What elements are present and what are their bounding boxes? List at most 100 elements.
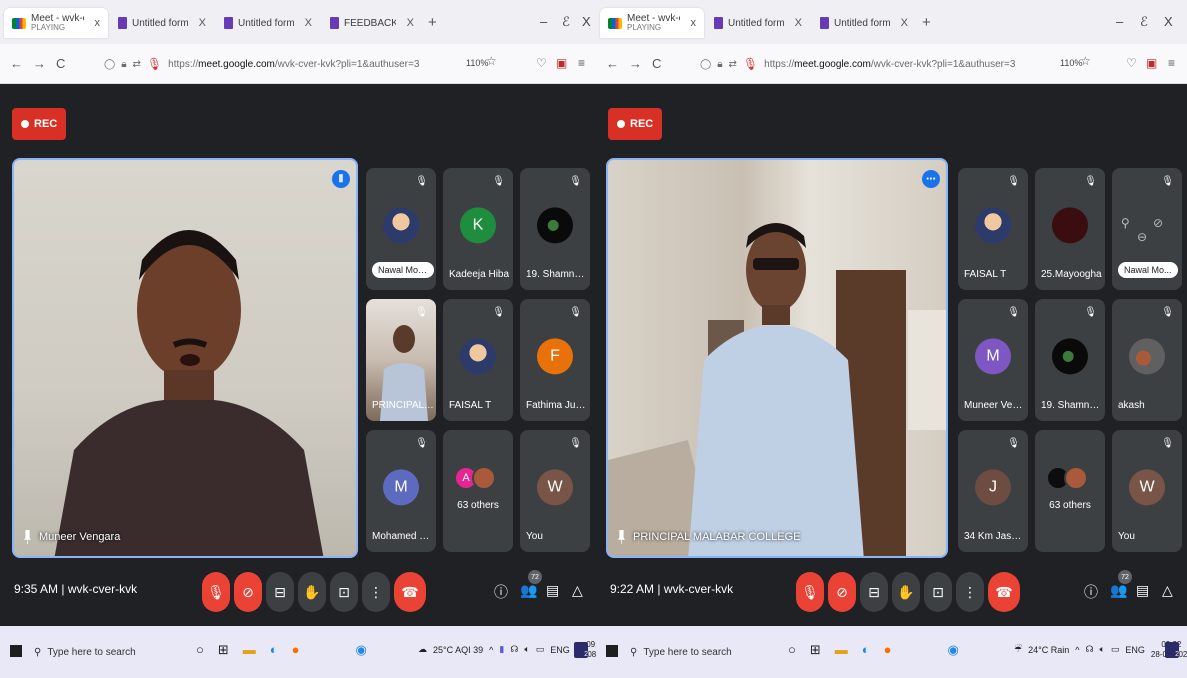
cortana-icon[interactable]: ○: [196, 642, 204, 658]
people-icon[interactable]: 👥: [520, 582, 537, 599]
camera-toggle-button[interactable]: ⊘: [828, 572, 856, 612]
activities-icon[interactable]: △: [1162, 582, 1173, 599]
tab-close-icon[interactable]: x: [89, 17, 101, 29]
people-icon[interactable]: 👥: [1110, 582, 1127, 599]
forward-icon[interactable]: →: [629, 56, 642, 71]
tab-form-2[interactable]: Untitled form - Google Forms X: [812, 8, 916, 38]
meeting-info-icon[interactable]: ⓘ: [1084, 582, 1098, 602]
main-video-tile[interactable]: ⦀ Muneer Vengara: [12, 158, 358, 558]
more-options-button[interactable]: ⋮: [956, 572, 984, 612]
zoom-level[interactable]: 110%: [1060, 58, 1082, 68]
task-view-icon[interactable]: ⊞: [218, 642, 229, 658]
end-call-button[interactable]: ☎: [988, 572, 1020, 612]
notification-icon[interactable]: 2: [1165, 642, 1179, 658]
edge-icon[interactable]: ◐: [270, 642, 278, 658]
tab-meet[interactable]: Meet - wvk-cver-kvkPLAYING x: [4, 8, 108, 38]
new-tab-button[interactable]: +: [922, 14, 931, 31]
edge-icon[interactable]: ◐: [862, 642, 870, 658]
tab-close-icon[interactable]: X: [895, 17, 908, 29]
tray-app-icon[interactable]: ▮: [499, 644, 504, 655]
ublock-icon[interactable]: ▣: [556, 56, 573, 70]
participant-tile[interactable]: 🎙︎ 25.Mayoogha: [1035, 168, 1105, 290]
main-video-tile[interactable]: ⋯ PRINCIPAL MALABAR COLLEGE: [606, 158, 948, 558]
self-tile[interactable]: 🎙︎ W You: [1112, 430, 1182, 552]
tab-close-icon[interactable]: X: [401, 17, 414, 29]
present-button[interactable]: ⊡: [924, 572, 952, 612]
more-options-button[interactable]: ⋮: [362, 572, 390, 612]
ublock-icon[interactable]: ▣: [1146, 56, 1163, 70]
bookmark-star-icon[interactable]: ☆: [486, 54, 503, 68]
participant-tile[interactable]: 🎙︎ M Muneer Vengara: [958, 299, 1028, 421]
taskbar-search[interactable]: ⚲ Type here to search: [30, 638, 180, 666]
reload-icon[interactable]: C: [652, 56, 661, 71]
participant-tile[interactable]: 🎙︎ 19. Shamna she...: [1035, 299, 1105, 421]
back-icon[interactable]: ←: [10, 56, 23, 71]
taskbar-search[interactable]: ⚲ Type here to search: [626, 638, 776, 666]
zoom-level[interactable]: 110%: [466, 58, 488, 68]
volume-icon[interactable]: 🔈︎: [524, 644, 529, 655]
minimize-button[interactable]: –: [1116, 14, 1123, 29]
chat-icon[interactable]: ▤: [546, 582, 559, 599]
chrome-icon[interactable]: ◉: [355, 642, 366, 658]
weather-text[interactable]: 24°C Rain: [1028, 645, 1069, 655]
captions-button[interactable]: ⊟: [860, 572, 888, 612]
bookmark-star-icon[interactable]: ☆: [1080, 54, 1097, 68]
menu-icon[interactable]: ≡: [1168, 56, 1181, 70]
meeting-info-icon[interactable]: ⓘ: [494, 582, 508, 602]
firefox-icon[interactable]: ●: [292, 642, 300, 658]
tab-close-icon[interactable]: X: [789, 17, 802, 29]
captions-button[interactable]: ⊟: [266, 572, 294, 612]
tab-form-1[interactable]: Untitled form - Google Forms X: [110, 8, 214, 38]
tab-close-icon[interactable]: x: [685, 17, 697, 29]
participant-tile[interactable]: 🎙︎ J 34 Km Jaseeb: [958, 430, 1028, 552]
participant-tile[interactable]: 🎙︎ M Mohamed Faris: [366, 430, 436, 552]
end-call-button[interactable]: ☎: [394, 572, 426, 612]
camera-toggle-button[interactable]: ⊘: [234, 572, 262, 612]
participant-tile[interactable]: 🎙︎ 19. Shamna she...: [520, 168, 590, 290]
pin-icon[interactable]: [24, 530, 31, 544]
url-bar[interactable]: ◯ 🔒︎ ⇄ 🎙︎ https://meet.google.com/wvk-cv…: [700, 50, 1015, 78]
participant-tile[interactable]: 🎙︎ Nawal Moh...: [366, 168, 436, 290]
volume-icon[interactable]: 🔈︎: [1099, 644, 1104, 655]
cortana-icon[interactable]: ○: [788, 642, 796, 658]
participant-tile[interactable]: 🎙︎ FAISAL T: [958, 168, 1028, 290]
minimize-button[interactable]: –: [540, 14, 547, 29]
firefox-icon[interactable]: ●: [884, 642, 892, 658]
windows-start-icon[interactable]: [606, 645, 618, 657]
forward-icon[interactable]: →: [33, 56, 46, 71]
others-tile[interactable]: A 63 others: [443, 430, 513, 552]
back-icon[interactable]: ←: [606, 56, 619, 71]
tab-meet[interactable]: Meet - wvk-cver-kvkPLAYING x: [600, 8, 704, 38]
tab-close-icon[interactable]: X: [299, 17, 312, 29]
file-explorer-icon[interactable]: ▬: [835, 642, 848, 658]
wifi-icon[interactable]: ☊: [510, 644, 518, 655]
present-button[interactable]: ⊡: [330, 572, 358, 612]
raise-hand-button[interactable]: ✋: [298, 572, 326, 612]
activities-icon[interactable]: △: [572, 582, 583, 599]
battery-icon[interactable]: ▭: [536, 644, 545, 655]
participant-tile[interactable]: 🎙︎ ⚲ ⊘ ⊖ Nawal Mo...: [1112, 168, 1182, 290]
file-explorer-icon[interactable]: ▬: [243, 642, 256, 658]
restore-button[interactable]: ℰ: [1140, 14, 1148, 30]
weather-text[interactable]: 25°C AQI 39: [433, 645, 483, 655]
language-indicator[interactable]: ENG: [550, 645, 570, 655]
task-view-icon[interactable]: ⊞: [810, 642, 821, 658]
notification-icon[interactable]: 2: [574, 642, 588, 658]
more-options-dots-icon[interactable]: ⋯: [922, 170, 940, 188]
others-tile[interactable]: 63 others: [1035, 430, 1105, 552]
new-tab-button[interactable]: +: [428, 14, 437, 31]
participant-tile[interactable]: 🎙︎ akash: [1112, 299, 1182, 421]
menu-icon[interactable]: ≡: [578, 56, 591, 70]
participant-tile[interactable]: 🎙︎ PRINCIPAL M...: [366, 299, 436, 421]
mic-toggle-button[interactable]: 🎙: [796, 572, 824, 612]
chat-icon[interactable]: ▤: [1136, 582, 1149, 599]
wifi-icon[interactable]: ☊: [1085, 644, 1093, 655]
pin-icon[interactable]: [618, 530, 625, 544]
tab-close-icon[interactable]: X: [193, 17, 206, 29]
tab-feedback-form[interactable]: FEEDBACK FORM- ONAM CELE X: [322, 8, 422, 38]
participant-tile[interactable]: 🎙︎ FAISAL T: [443, 299, 513, 421]
url-bar[interactable]: ◯ 🔒︎ ⇄ 🎙︎ https://meet.google.com/wvk-cv…: [104, 50, 419, 78]
tile-actions[interactable]: ⚲ ⊘ ⊖: [1112, 216, 1182, 244]
self-tile[interactable]: 🎙︎ W You: [520, 430, 590, 552]
chrome-icon[interactable]: ◉: [947, 642, 958, 658]
